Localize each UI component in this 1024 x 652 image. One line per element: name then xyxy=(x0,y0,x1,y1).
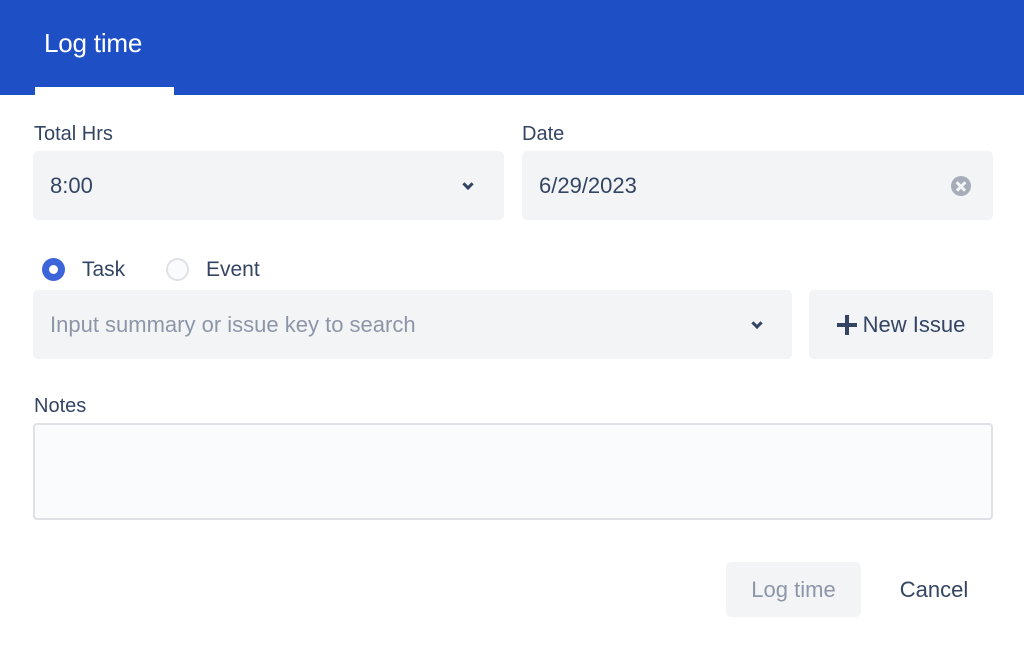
plus-icon xyxy=(836,314,857,335)
notes-textarea[interactable] xyxy=(33,423,993,520)
date-value: 6/29/2023 xyxy=(539,172,637,198)
chevron-down-icon[interactable] xyxy=(462,178,474,190)
new-issue-label: New Issue xyxy=(862,311,966,337)
issue-search-select[interactable]: Input summary or issue key to search xyxy=(33,290,792,359)
date-input[interactable]: 6/29/2023 xyxy=(522,151,993,220)
chevron-down-icon[interactable] xyxy=(751,317,763,329)
cancel-button[interactable]: Cancel xyxy=(878,562,990,617)
task-radio[interactable] xyxy=(42,258,65,281)
clear-icon[interactable] xyxy=(951,175,971,196)
event-radio-label[interactable]: Event xyxy=(206,258,260,282)
total-hrs-value: 8:00 xyxy=(50,172,93,198)
log-time-button[interactable]: Log time xyxy=(726,562,861,617)
task-radio-label[interactable]: Task xyxy=(82,258,125,282)
date-label: Date xyxy=(522,123,565,145)
event-radio[interactable] xyxy=(166,258,189,281)
notes-label: Notes xyxy=(34,395,87,417)
total-hrs-select[interactable]: 8:00 xyxy=(33,151,504,220)
new-issue-button[interactable]: New Issue xyxy=(809,290,993,359)
dialog-header: Log time xyxy=(0,0,1024,95)
dialog-title-tab[interactable]: Log time xyxy=(44,28,142,59)
total-hrs-label: Total Hrs xyxy=(34,123,113,145)
issue-search-placeholder: Input summary or issue key to search xyxy=(50,311,416,337)
active-tab-indicator xyxy=(35,87,174,95)
